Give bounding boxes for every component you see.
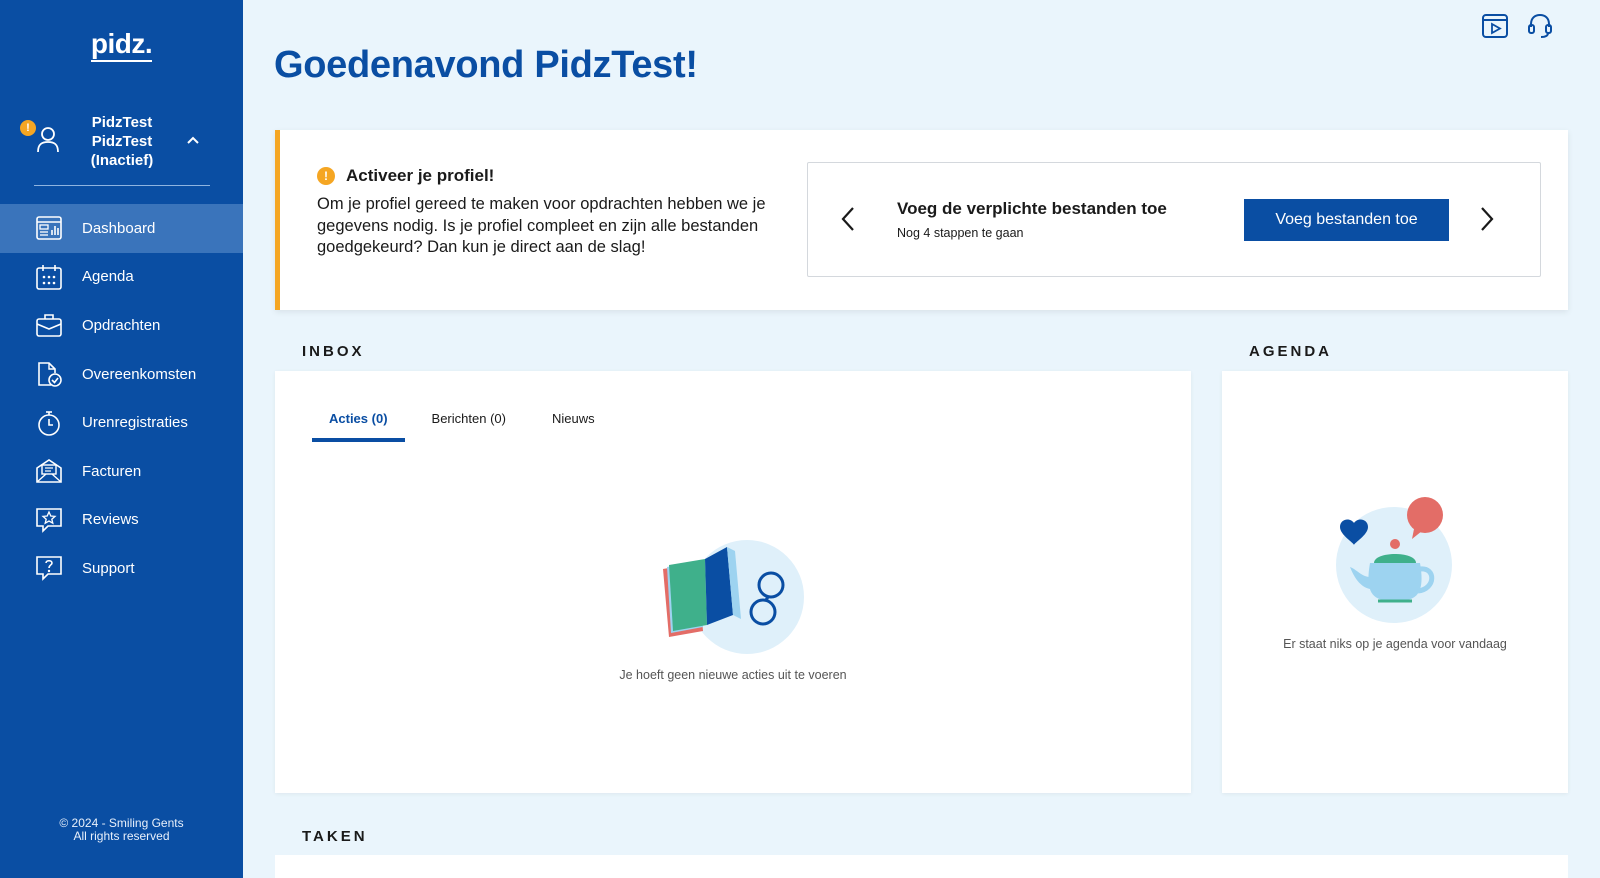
sidebar-item-label: Facturen (82, 462, 142, 480)
user-warning-badge: ! (20, 120, 36, 136)
tab-acties[interactable]: Acties (0) (312, 401, 405, 442)
invoice-icon (36, 458, 62, 484)
sidebar-item-support[interactable]: Support (0, 544, 243, 593)
dashboard-icon (36, 215, 62, 241)
inbox-card: Acties (0) Berichten (0) Nieuws Je hoeft… (275, 371, 1191, 793)
taken-title: TAKEN (302, 828, 368, 845)
divider (34, 185, 210, 186)
sidebar-item-facturen[interactable]: Facturen (0, 447, 243, 496)
sidebar-item-label: Urenregistraties (82, 414, 188, 432)
sidebar-item-label: Agenda (82, 268, 134, 286)
sidebar-item-label: Opdrachten (82, 316, 161, 334)
agenda-card: Er staat niks op je agenda voor vandaag (1222, 371, 1568, 793)
chevron-right-icon[interactable] (1479, 205, 1495, 238)
briefcase-icon (36, 312, 62, 338)
add-files-button[interactable]: Voeg bestanden toe (1244, 199, 1449, 241)
pidz-logo[interactable]: pidz. (0, 28, 243, 62)
user-name: PidzTest PidzTest (Inactief) (90, 114, 154, 169)
user-icon (36, 126, 60, 159)
step-subtitle: Nog 4 stappen te gaan (897, 226, 1024, 240)
user-menu[interactable]: ! PidzTest PidzTest (Inactief) (0, 112, 243, 186)
activate-title: ! Activeer je profiel! (317, 166, 494, 186)
review-star-icon (36, 507, 62, 533)
onboarding-step-carousel: Voeg de verplichte bestanden toe Nog 4 s… (807, 162, 1541, 277)
agenda-empty-text: Er staat niks op je agenda voor vandaag (1283, 637, 1507, 651)
copyright: © 2024 - Smiling Gents All rights reserv… (59, 816, 184, 843)
tab-nieuws[interactable]: Nieuws (552, 401, 595, 442)
taken-card (275, 855, 1568, 878)
teapot-illustration (1334, 497, 1454, 630)
headset-icon[interactable] (1526, 12, 1554, 40)
sidebar-item-label: Dashboard (82, 219, 156, 237)
sidebar-item-label: Reviews (82, 511, 139, 529)
sidebar-nav: Dashboard Agenda Opdrachten Overeenkomst… (0, 204, 243, 593)
page-title: Goedenavond PidzTest! (274, 44, 698, 86)
sidebar: pidz. ! PidzTest PidzTest (Inactief) Das… (0, 0, 243, 878)
step-title: Voeg de verplichte bestanden toe (897, 199, 1167, 218)
sidebar-item-agenda[interactable]: Agenda (0, 253, 243, 302)
warning-icon: ! (317, 167, 335, 185)
inbox-empty-text: Je hoeft geen nieuwe acties uit te voere… (619, 668, 847, 682)
sidebar-item-urenregistraties[interactable]: Urenregistraties (0, 398, 243, 447)
sidebar-item-label: Support (82, 559, 135, 577)
agenda-title: AGENDA (1249, 343, 1333, 360)
stopwatch-icon (36, 410, 62, 436)
inbox-tabs: Acties (0) Berichten (0) Nieuws (312, 401, 641, 442)
tab-berichten[interactable]: Berichten (0) (432, 401, 506, 442)
sidebar-item-reviews[interactable]: Reviews (0, 496, 243, 545)
contract-icon (36, 361, 62, 387)
inbox-title: INBOX (302, 343, 365, 360)
calendar-icon (36, 264, 62, 290)
chevron-up-icon[interactable] (186, 132, 200, 150)
support-question-icon (36, 555, 62, 582)
chevron-left-icon[interactable] (840, 205, 856, 238)
activate-profile-card: ! Activeer je profiel! Om je profiel ger… (275, 130, 1568, 310)
book-glasses-illustration (657, 539, 807, 664)
video-play-icon[interactable] (1481, 12, 1509, 40)
sidebar-item-dashboard[interactable]: Dashboard (0, 204, 243, 253)
sidebar-item-opdrachten[interactable]: Opdrachten (0, 301, 243, 350)
sidebar-item-label: Overeenkomsten (82, 365, 197, 383)
sidebar-item-overeenkomsten[interactable]: Overeenkomsten (0, 350, 243, 399)
activate-text: Om je profiel gereed te maken voor opdra… (317, 195, 766, 256)
